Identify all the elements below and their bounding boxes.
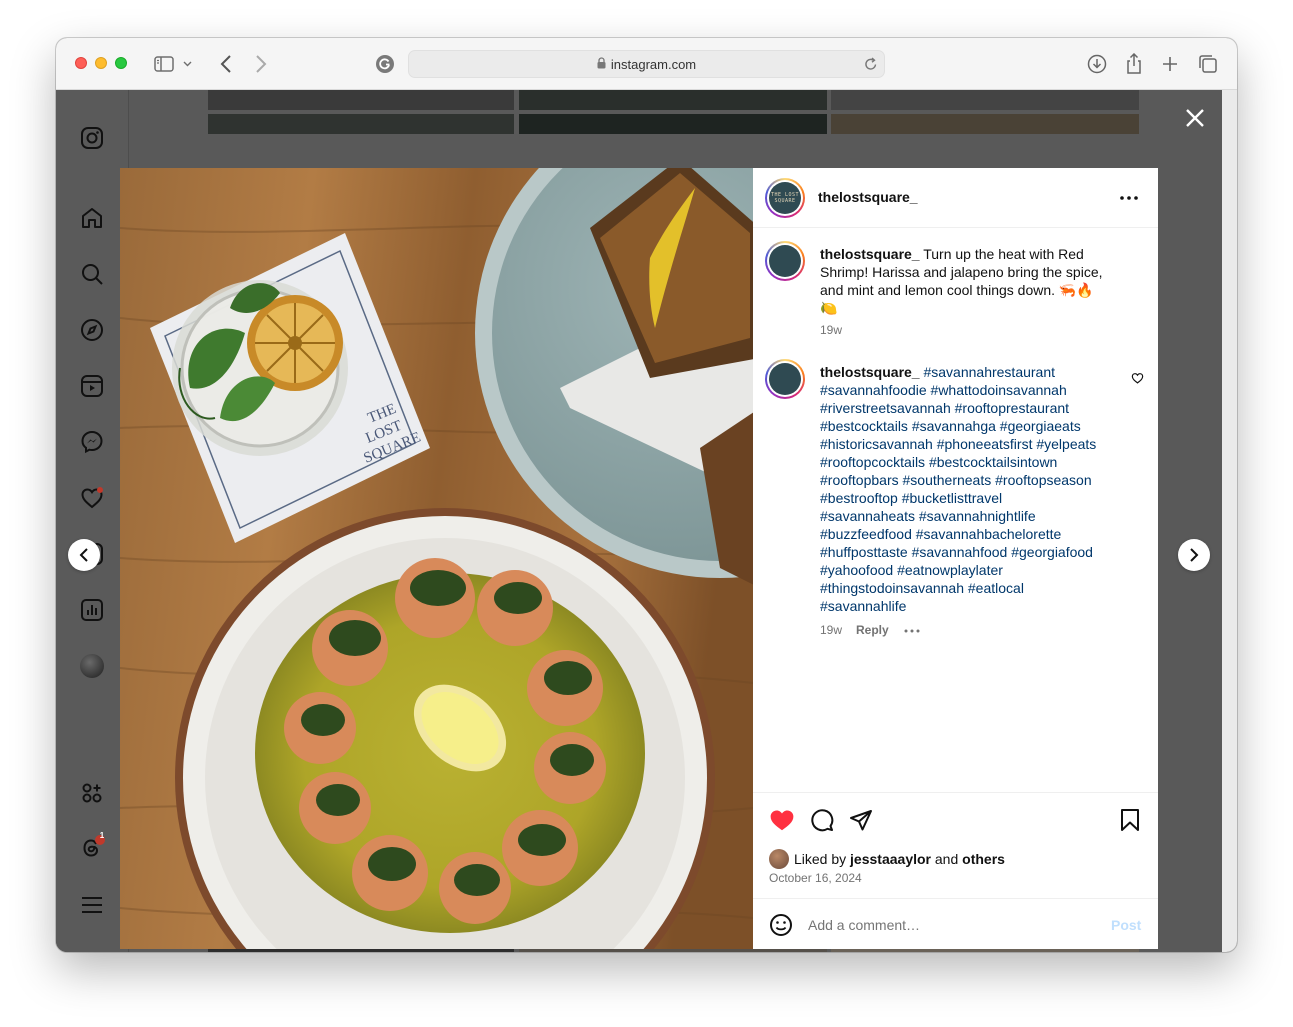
previous-post-button[interactable] xyxy=(68,539,100,571)
browser-window: instagram.com 1 THE LOST SQUARE THE LOST… xyxy=(56,38,1237,952)
comment-icon[interactable] xyxy=(810,808,834,837)
browser-toolbar: instagram.com xyxy=(56,38,1237,90)
sidebar-toggle-icon[interactable] xyxy=(151,51,177,77)
caption-avatar[interactable] xyxy=(765,241,805,281)
post-details-panel: THE LOST SQUARE thelostsquare_ thelostsq… xyxy=(753,168,1158,949)
author-username[interactable]: thelostsquare_ xyxy=(818,189,918,205)
hashtag-line-6[interactable]: #rooftopbars #southerneats #rooftopseaso… xyxy=(820,471,1130,489)
dashboard-icon[interactable] xyxy=(79,597,105,623)
chevron-down-icon[interactable] xyxy=(180,51,194,77)
address-bar[interactable]: instagram.com xyxy=(408,50,885,78)
post-header: THE LOST SQUARE thelostsquare_ xyxy=(753,168,1158,228)
comment-like-icon[interactable] xyxy=(1131,371,1144,389)
liked-by-user[interactable]: jesstaaaylor xyxy=(850,851,931,867)
profile-avatar[interactable] xyxy=(79,653,105,679)
post-date[interactable]: October 16, 2024 xyxy=(769,871,862,885)
caption: thelostsquare_ Turn up the heat with Red… xyxy=(820,245,1140,337)
hashtag-comment: thelostsquare_ #savannahrestaurant #sava… xyxy=(820,363,1130,637)
hashtag-line-3[interactable]: #bestcocktails #savannahga #georgiaeats xyxy=(820,417,1130,435)
post-modal: THE LOST SQUARE THE LOST SQUARE thelosts… xyxy=(120,168,1158,949)
liked-by-others[interactable]: others xyxy=(962,851,1005,867)
caption-line-2: Shrimp! Harissa and jalapeno bring the s… xyxy=(820,264,1103,280)
page-content: 1 THE LOST SQUARE THE LOST SQUARE thelos… xyxy=(56,90,1237,952)
hashtag-line-12[interactable]: #thingstodoinsavannah #eatlocal xyxy=(820,579,1130,597)
close-icon[interactable] xyxy=(1183,106,1207,130)
comment-options-icon[interactable] xyxy=(903,623,921,637)
explore-icon[interactable] xyxy=(79,317,105,343)
comment-username[interactable]: thelostsquare_ xyxy=(820,364,920,380)
liked-by-prefix: Liked by xyxy=(794,851,847,867)
liked-by: Liked by jesstaaaylor and others xyxy=(769,849,1005,869)
comment-avatar[interactable] xyxy=(765,359,805,399)
post-comment-button[interactable]: Post xyxy=(1111,917,1141,933)
hashtag-line-1[interactable]: #savannahfoodie #whattodoinsavannah xyxy=(820,381,1130,399)
messenger-icon[interactable] xyxy=(79,429,105,455)
hashtag-line-5[interactable]: #rooftopcocktails #bestcocktailsintown xyxy=(820,453,1130,471)
caption-line-1: Turn up the heat with Red xyxy=(923,246,1084,262)
search-icon[interactable] xyxy=(79,261,105,287)
also-from-meta-icon[interactable] xyxy=(79,780,105,806)
close-window-button[interactable] xyxy=(75,57,87,69)
caption-line-3: and mint and lemon cool things down. 🦐🔥 xyxy=(820,282,1094,298)
author-avatar[interactable]: THE LOST SQUARE xyxy=(765,178,805,218)
menu-icon[interactable] xyxy=(79,892,105,918)
back-icon[interactable] xyxy=(213,51,239,77)
reload-icon[interactable] xyxy=(864,56,878,75)
instagram-logo-icon[interactable] xyxy=(79,125,105,151)
hashtag-line-7[interactable]: #bestrooftop #bucketlisttravel xyxy=(820,489,1130,507)
more-options-icon[interactable] xyxy=(1119,190,1139,211)
hashtag-line-13[interactable]: #savannahlife xyxy=(820,597,1130,615)
zoom-window-button[interactable] xyxy=(115,57,127,69)
url-text: instagram.com xyxy=(610,56,697,72)
like-icon[interactable] xyxy=(769,808,795,837)
comment-bar: Post xyxy=(753,898,1158,949)
reels-icon[interactable] xyxy=(79,373,105,399)
scrollbar-track xyxy=(1222,90,1237,952)
caption-timestamp[interactable]: 19w xyxy=(820,323,1140,337)
share-icon[interactable] xyxy=(1121,51,1147,77)
caption-username[interactable]: thelostsquare_ xyxy=(820,246,920,262)
next-post-button[interactable] xyxy=(1178,539,1210,571)
liker-avatar[interactable] xyxy=(769,849,789,869)
comment-avatar-text xyxy=(769,363,801,395)
hashtag-line-9[interactable]: #buzzfeedfood #savannahbachelorette xyxy=(820,525,1130,543)
hashtag-line-0[interactable]: #savannahrestaurant xyxy=(923,364,1055,380)
hashtag-line-8[interactable]: #savannaheats #savannahnightlife xyxy=(820,507,1130,525)
post-photo: THE LOST SQUARE xyxy=(120,168,753,949)
notifications-heart-icon[interactable] xyxy=(79,485,105,511)
caption-avatar-text xyxy=(769,245,801,277)
site-favicon-icon xyxy=(372,51,398,77)
instagram-sidebar: 1 xyxy=(56,90,129,952)
download-icon[interactable] xyxy=(1084,51,1110,77)
home-icon[interactable] xyxy=(79,205,105,231)
reply-button[interactable]: Reply xyxy=(856,623,889,637)
hashtag-line-4[interactable]: #historicsavannah #phoneeatsfirst #yelpe… xyxy=(820,435,1130,453)
threads-icon[interactable]: 1 xyxy=(79,831,105,861)
caption-line-4: 🍋 xyxy=(820,300,838,316)
liked-by-and: and xyxy=(934,851,959,867)
tab-overview-icon[interactable] xyxy=(1195,51,1221,77)
minimize-window-button[interactable] xyxy=(95,57,107,69)
save-bookmark-icon[interactable] xyxy=(1119,808,1141,837)
comment-input[interactable] xyxy=(808,913,1088,937)
emoji-icon[interactable] xyxy=(769,913,793,942)
new-tab-icon[interactable] xyxy=(1157,51,1183,77)
lock-icon xyxy=(597,56,606,72)
hashtag-line-2[interactable]: #riverstreetsavannah #rooftoprestaurant xyxy=(820,399,1130,417)
post-actions: Liked by jesstaaaylor and others October… xyxy=(753,792,1158,898)
threads-badge-count: 1 xyxy=(99,831,105,840)
share-post-icon[interactable] xyxy=(849,808,873,837)
comment-timestamp[interactable]: 19w xyxy=(820,623,842,637)
hashtag-line-10[interactable]: #huffposttaste #savannahfood #georgiafoo… xyxy=(820,543,1130,561)
forward-icon[interactable] xyxy=(248,51,274,77)
hashtag-line-11[interactable]: #yahoofood #eatnowplaylater xyxy=(820,561,1130,579)
